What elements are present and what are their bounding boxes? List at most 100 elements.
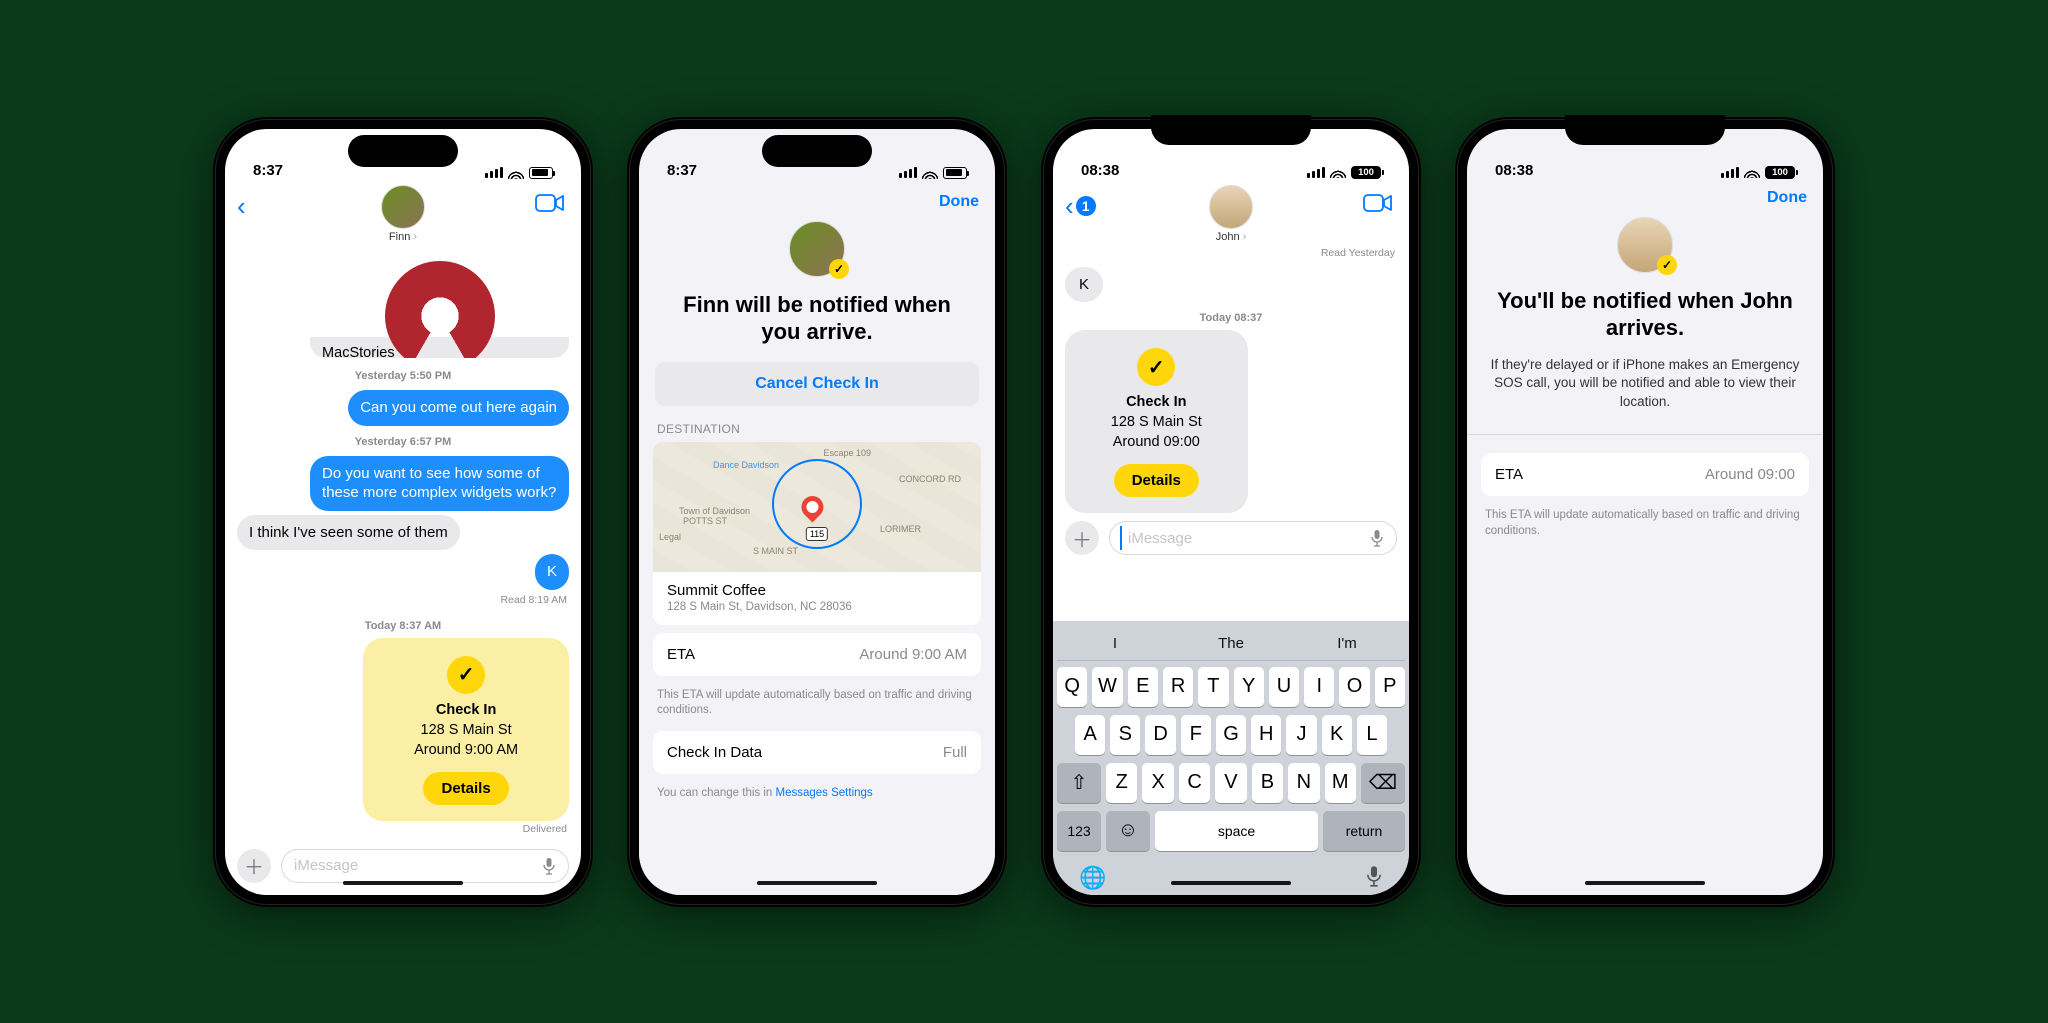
unread-badge: 1 [1076,196,1096,216]
home-indicator[interactable] [343,881,463,885]
eta-value: Around 9:00 AM [859,646,967,663]
dictate-key[interactable] [1365,865,1383,891]
sent-message[interactable]: Do you want to see how some of these mor… [310,456,569,511]
home-indicator[interactable] [1585,881,1705,885]
contact-avatar[interactable] [381,185,425,229]
apps-button[interactable]: ＋ [1065,521,1099,555]
key-m[interactable]: M [1325,763,1356,803]
message-input[interactable]: iMessage [1109,521,1397,555]
apps-button[interactable]: ＋ [237,849,271,883]
key-a[interactable]: A [1075,715,1105,755]
chat-scroll[interactable]: MacStories macstories.net Yesterday 5:50… [225,247,581,841]
checkin-data-row[interactable]: Check In DataFull [653,731,981,774]
key-i[interactable]: I [1304,667,1334,707]
checkin-details-button[interactable]: Details [423,772,508,805]
contact-avatar[interactable] [1209,185,1253,229]
message-placeholder: iMessage [294,857,358,874]
checkin-card-sent[interactable]: ✓ Check In 128 S Main St Around 9:00 AM … [363,638,569,821]
map-road: S MAIN ST [753,546,798,556]
checkin-icon: ✓ [447,656,485,694]
key-o[interactable]: O [1339,667,1369,707]
sent-message[interactable]: K [535,554,569,590]
chat-scroll[interactable]: Read Yesterday K Today 08:37 ✓ Check In … [1053,247,1409,514]
key-n[interactable]: N [1288,763,1319,803]
checkin-details-button[interactable]: Details [1114,464,1199,497]
keyboard[interactable]: I The I'm QWERTYUIOP ASDFGHJKL ⇧ ZXCVBNM… [1053,621,1409,895]
received-message[interactable]: I think I've seen some of them [237,515,460,551]
back-button[interactable]: ‹ [237,191,246,222]
status-time: 08:38 [1495,162,1533,179]
key-c[interactable]: C [1179,763,1210,803]
key-g[interactable]: G [1216,715,1246,755]
received-message[interactable]: K [1065,267,1103,303]
destination-name: Summit Coffee [667,582,967,599]
done-button[interactable]: Done [939,193,979,211]
checkin-headline: Finn will be notified when you arrive. [661,291,973,346]
eta-row[interactable]: ETAAround 09:00 [1481,453,1809,496]
key-q[interactable]: Q [1057,667,1087,707]
eta-footer: This ETA will update automatically based… [1467,504,1823,551]
shift-key[interactable]: ⇧ [1057,763,1101,803]
key-x[interactable]: X [1142,763,1173,803]
key-p[interactable]: P [1375,667,1405,707]
text-cursor [1120,526,1122,550]
messages-settings-link[interactable]: Messages Settings [776,787,873,799]
checkin-data-value: Full [943,744,967,761]
contact-name[interactable]: Finn [389,231,417,243]
space-key[interactable]: space [1155,811,1318,851]
checkin-card-received[interactable]: ✓ Check In 128 S Main St Around 09:00 De… [1065,330,1248,513]
suggestion[interactable]: I [1057,627,1173,660]
globe-key[interactable]: 🌐 [1079,865,1106,891]
dictate-icon[interactable] [1370,529,1384,547]
done-button[interactable]: Done [1767,189,1807,207]
key-d[interactable]: D [1145,715,1175,755]
key-e[interactable]: E [1128,667,1158,707]
cancel-checkin-button[interactable]: Cancel Check In [655,362,979,406]
key-b[interactable]: B [1252,763,1283,803]
home-indicator[interactable] [1171,881,1291,885]
wifi-icon [1330,166,1346,178]
key-k[interactable]: K [1322,715,1352,755]
key-v[interactable]: V [1215,763,1246,803]
key-s[interactable]: S [1110,715,1140,755]
key-f[interactable]: F [1181,715,1211,755]
destination-map[interactable]: Dance Davidson Escape 109 Town of Davids… [653,442,981,572]
home-indicator[interactable] [757,881,877,885]
destination-card[interactable]: Dance Davidson Escape 109 Town of Davids… [653,442,981,625]
numbers-key[interactable]: 123 [1057,811,1101,851]
key-u[interactable]: U [1269,667,1299,707]
status-bar: 08:38 100 [1467,129,1823,183]
checkin-title: Check In [1126,394,1186,410]
message-input[interactable]: iMessage [281,849,569,883]
suggestion[interactable]: The [1173,627,1289,660]
key-r[interactable]: R [1163,667,1193,707]
sent-message[interactable]: Can you come out here again [348,390,569,426]
key-j[interactable]: J [1286,715,1316,755]
wifi-icon [508,167,524,179]
eta-row[interactable]: ETAAround 9:00 AM [653,633,981,676]
cell-icon [1307,167,1325,178]
suggestion[interactable]: I'm [1289,627,1405,660]
contact-name[interactable]: John [1216,231,1247,243]
link-preview[interactable]: MacStories macstories.net [310,247,569,359]
emoji-key[interactable]: ☺ [1106,811,1150,851]
checkin-eta: Around 9:00 AM [414,742,518,758]
wifi-icon [922,167,938,179]
dictate-icon[interactable] [542,857,556,875]
map-poi: Legal [659,532,681,542]
facetime-button[interactable] [535,193,565,213]
key-w[interactable]: W [1092,667,1122,707]
key-h[interactable]: H [1251,715,1281,755]
back-button[interactable]: ‹1 [1065,191,1096,222]
facetime-button[interactable] [1363,193,1393,213]
eta-label: ETA [1495,466,1523,483]
eta-footer: This ETA will update automatically based… [639,684,995,731]
battery-icon [943,167,967,179]
key-z[interactable]: Z [1106,763,1137,803]
return-key[interactable]: return [1323,811,1405,851]
delete-key[interactable]: ⌫ [1361,763,1405,803]
key-y[interactable]: Y [1234,667,1264,707]
key-t[interactable]: T [1198,667,1228,707]
key-l[interactable]: L [1357,715,1387,755]
checkin-address: 128 S Main St [1111,414,1202,430]
